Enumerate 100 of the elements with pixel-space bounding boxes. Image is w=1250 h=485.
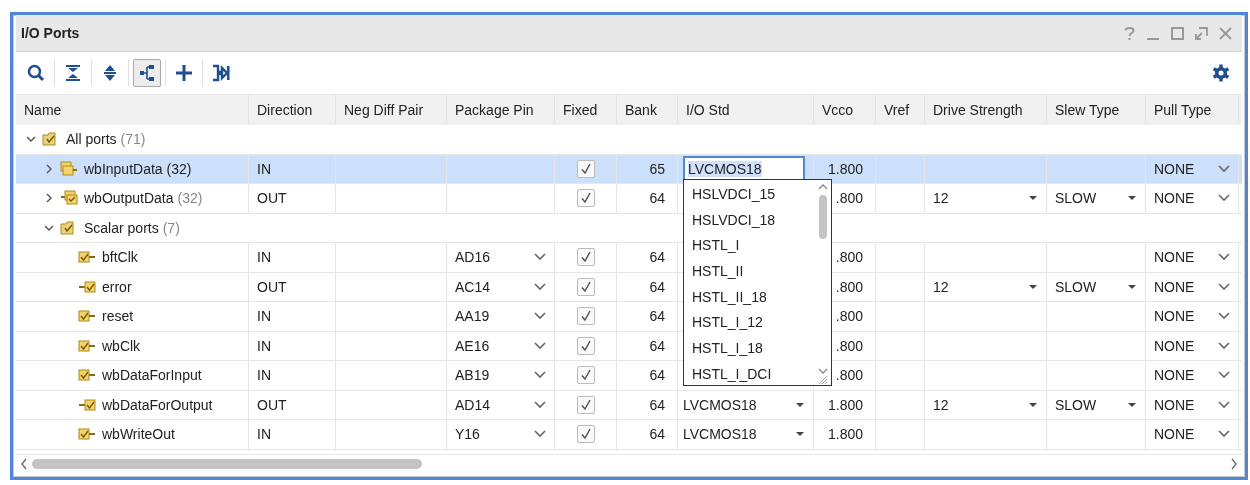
direction-text: OUT	[257, 278, 287, 295]
column-header[interactable]: Vref	[876, 95, 925, 125]
port-name: wbClk	[102, 337, 141, 354]
column-header[interactable]: Pull Type	[1146, 95, 1239, 125]
io-std-input-field[interactable]: LVCMOS18	[683, 156, 805, 182]
vcco-text: 1.800	[827, 396, 863, 413]
column-header[interactable]: Direction	[249, 95, 336, 125]
package-pin-dropdown[interactable]: AC14	[455, 278, 546, 295]
pin-assign-icon	[212, 64, 230, 82]
column-header[interactable]: Bank	[617, 95, 678, 125]
io-std-dropdown[interactable]: LVCMOS18	[683, 396, 805, 413]
column-header[interactable]: Drive Strength	[925, 95, 1047, 125]
chevron-right-icon[interactable]	[44, 193, 54, 204]
dropdown-option[interactable]: HSTL_I_12	[684, 309, 815, 336]
fixed-checkbox[interactable]	[576, 336, 595, 355]
column-header[interactable]: Neg Diff Pair	[336, 95, 447, 125]
input-bus-icon	[60, 160, 78, 177]
pull-type-dropdown[interactable]: NONE	[1154, 308, 1230, 325]
pull-type-dropdown[interactable]: NONE	[1154, 190, 1230, 207]
dropdown-option[interactable]: HSLVDCI_15	[684, 181, 815, 207]
fixed-checkbox[interactable]	[576, 395, 595, 414]
slew-type-dropdown[interactable]: SLOW	[1055, 396, 1137, 413]
caret-icon	[1028, 401, 1038, 408]
io-std-dropdown[interactable]: LVCMOS18	[683, 426, 805, 443]
dropdown-option[interactable]: HSTL_II	[684, 258, 815, 284]
selected-row[interactable]: wbInputData (32) IN 65 LVCMOS18 1.800 NONE	[16, 154, 1242, 184]
dropdown-option[interactable]: HSTL_I_DCI	[684, 360, 815, 387]
fixed-checkbox[interactable]	[576, 366, 595, 385]
bank-text: 64	[649, 249, 665, 266]
caret-icon	[795, 401, 805, 408]
window-title: I/O Ports	[21, 25, 80, 41]
column-header[interactable]: Package Pin	[447, 95, 555, 125]
port-name: wbOutputData	[84, 190, 174, 207]
bank-text: 64	[649, 337, 665, 354]
pull-type-dropdown[interactable]: NONE	[1154, 249, 1230, 266]
port-count: (7)	[162, 219, 180, 236]
pull-type-dropdown[interactable]: NONE	[1154, 160, 1230, 177]
column-header[interactable]: Fixed	[555, 95, 617, 125]
chevron-down-icon	[534, 253, 546, 262]
scrollbar-thumb[interactable]	[819, 195, 827, 239]
dropdown-option[interactable]: HSLVDCI_18	[684, 206, 815, 233]
column-header[interactable]: I/O Std	[678, 95, 814, 125]
dropdown-option[interactable]: HSTL_I_18	[684, 335, 815, 361]
fixed-checkbox[interactable]	[576, 159, 595, 178]
pull-type-dropdown[interactable]: NONE	[1154, 396, 1230, 413]
fixed-checkbox[interactable]	[576, 425, 595, 444]
output-port-icon	[78, 278, 96, 295]
vcco-text: .800	[835, 249, 863, 266]
caret-icon	[1127, 195, 1137, 202]
chevron-down-icon	[1218, 400, 1230, 409]
chevron-down-icon[interactable]	[818, 367, 828, 375]
input-port-icon	[78, 426, 96, 443]
fixed-checkbox[interactable]	[576, 248, 595, 267]
pull-type-dropdown[interactable]: NONE	[1154, 367, 1230, 384]
package-pin-dropdown[interactable]: AB19	[455, 367, 546, 384]
drive-strength-dropdown[interactable]: 12	[933, 396, 1038, 413]
column-header[interactable]: Vcco	[814, 95, 876, 125]
drive-strength-dropdown[interactable]: 12	[933, 278, 1038, 295]
package-pin-dropdown[interactable]: AA19	[455, 308, 546, 325]
package-pin-dropdown[interactable]: AE16	[455, 337, 546, 354]
chevron-down-icon	[534, 282, 546, 291]
chevron-down-icon	[534, 312, 546, 321]
input-port-icon	[78, 337, 96, 354]
slew-type-dropdown[interactable]: SLOW	[1055, 190, 1137, 207]
dropdown-option[interactable]: HSTL_II_18	[684, 283, 815, 310]
chevron-left-icon[interactable]	[20, 458, 28, 470]
pull-type-dropdown[interactable]: NONE	[1154, 337, 1230, 354]
slew-type-dropdown[interactable]: SLOW	[1055, 278, 1137, 295]
bank-text: 64	[649, 396, 665, 413]
package-pin-dropdown[interactable]: Y16	[455, 426, 546, 443]
resize-grip-icon[interactable]	[818, 375, 828, 385]
dropdown-option[interactable]: HSTL_I	[684, 232, 815, 259]
port-name: Scalar ports	[84, 219, 159, 236]
hierarchy-button[interactable]	[133, 59, 161, 87]
output-bus-icon	[60, 190, 78, 207]
chevron-right-icon[interactable]	[1230, 458, 1238, 470]
chevron-down-icon	[1218, 371, 1230, 380]
settings-icon[interactable]	[1212, 64, 1230, 82]
fixed-checkbox[interactable]	[576, 307, 595, 326]
port-name: bftClk	[102, 249, 138, 266]
port-name: All ports	[66, 131, 117, 148]
chevron-up-icon[interactable]	[818, 183, 828, 191]
collapse-all-icon	[65, 64, 81, 82]
scrollbar-thumb[interactable]	[32, 459, 422, 469]
pull-type-dropdown[interactable]: NONE	[1154, 278, 1230, 295]
search-icon	[27, 64, 45, 82]
expand-all-icon	[103, 64, 117, 82]
column-header[interactable]: Name	[16, 95, 249, 125]
chevron-down-icon	[1218, 194, 1230, 203]
input-port-icon	[78, 249, 96, 266]
column-header[interactable]: Slew Type	[1047, 95, 1146, 125]
package-pin-dropdown[interactable]: AD16	[455, 249, 546, 266]
drive-strength-dropdown[interactable]: 12	[933, 190, 1038, 207]
package-pin-dropdown[interactable]: AD14	[455, 396, 546, 413]
chevron-right-icon[interactable]	[44, 163, 54, 174]
fixed-checkbox[interactable]	[576, 277, 595, 296]
fixed-checkbox[interactable]	[576, 189, 595, 208]
bank-text: 64	[649, 278, 665, 295]
pull-type-dropdown[interactable]: NONE	[1154, 426, 1230, 443]
port-count: (32)	[177, 190, 203, 207]
